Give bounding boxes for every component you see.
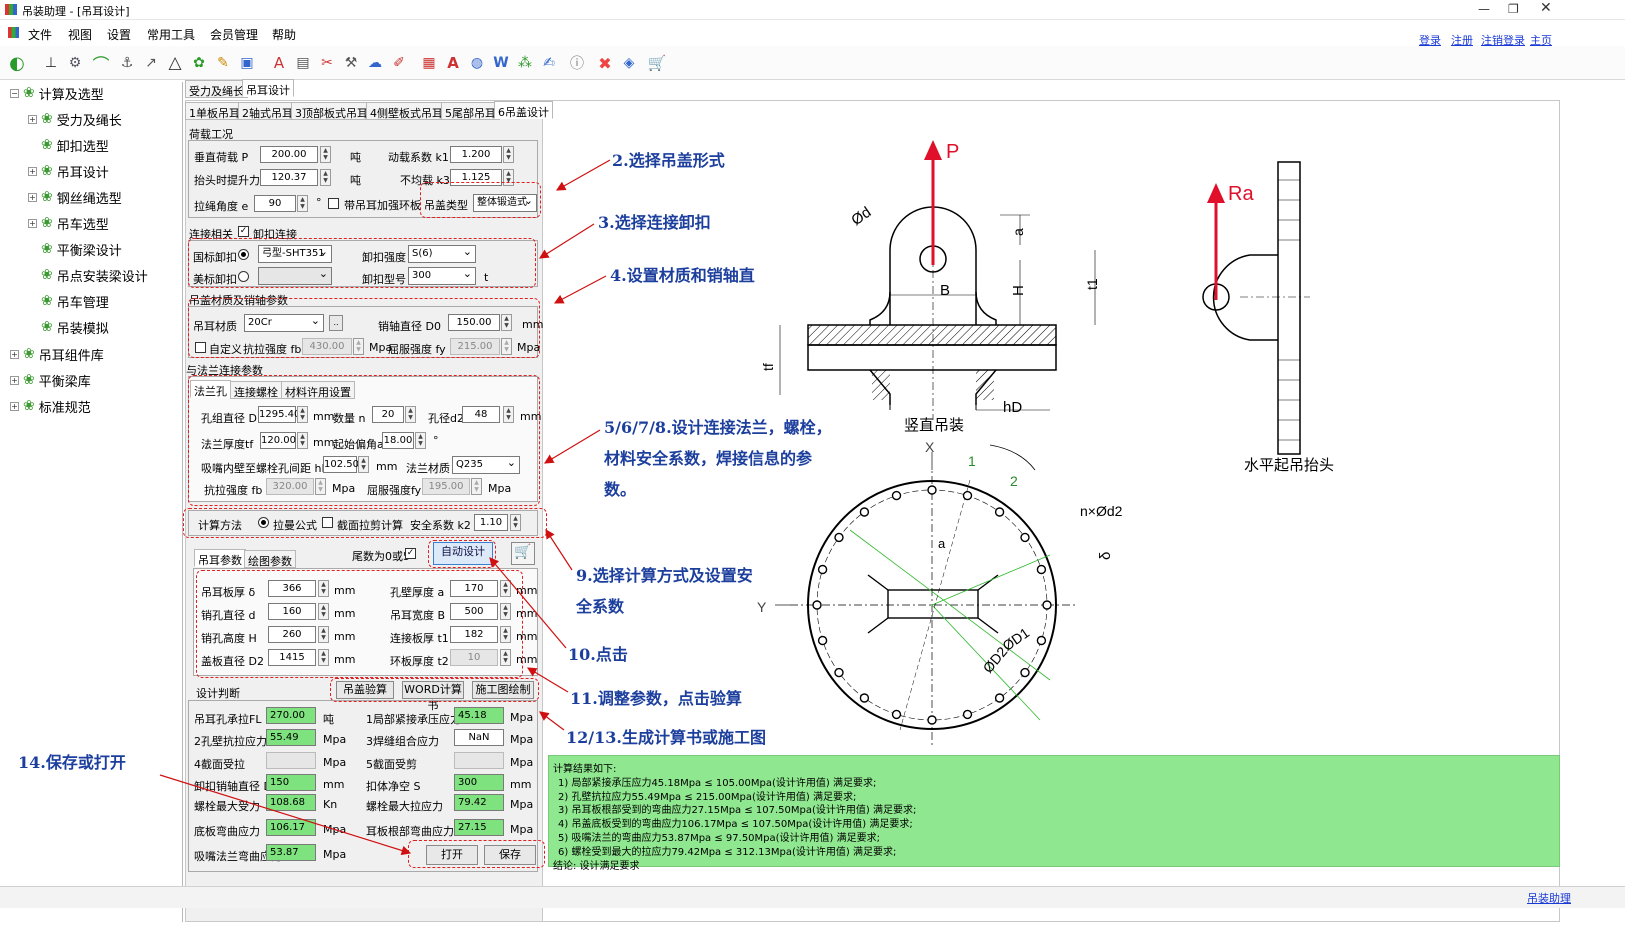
status-bar xyxy=(0,886,1625,908)
result-line: 3) 吊耳板根部受到的弯曲应力27.15Mpa ≤ 107.50Mpa(设计许用… xyxy=(558,805,917,817)
result-line: 6) 螺栓受到最大的拉应力79.42Mpa ≤ 312.13Mpa(设计许用值)… xyxy=(558,846,897,858)
result-line: 4) 吊盖底板受到的弯曲应力106.17Mpa ≤ 107.50Mpa(设计许用… xyxy=(558,819,913,831)
status-link[interactable]: 吊装助理 xyxy=(1527,890,1571,906)
result-line: 1) 局部紧接承压应力45.18Mpa ≤ 105.00Mpa(设计许用值) 满… xyxy=(558,777,877,789)
result-line: 5) 吸嘴法兰的弯曲应力53.87Mpa ≤ 97.50Mpa(设计许用值) 满… xyxy=(558,833,880,844)
result-line: 2) 孔壁抗拉应力55.49Mpa ≤ 215.00Mpa(设计许用值) 满足要… xyxy=(558,791,857,803)
result-line: 计算结果如下: xyxy=(553,764,617,775)
result-line: 结论: 设计满足要求 xyxy=(553,860,640,872)
